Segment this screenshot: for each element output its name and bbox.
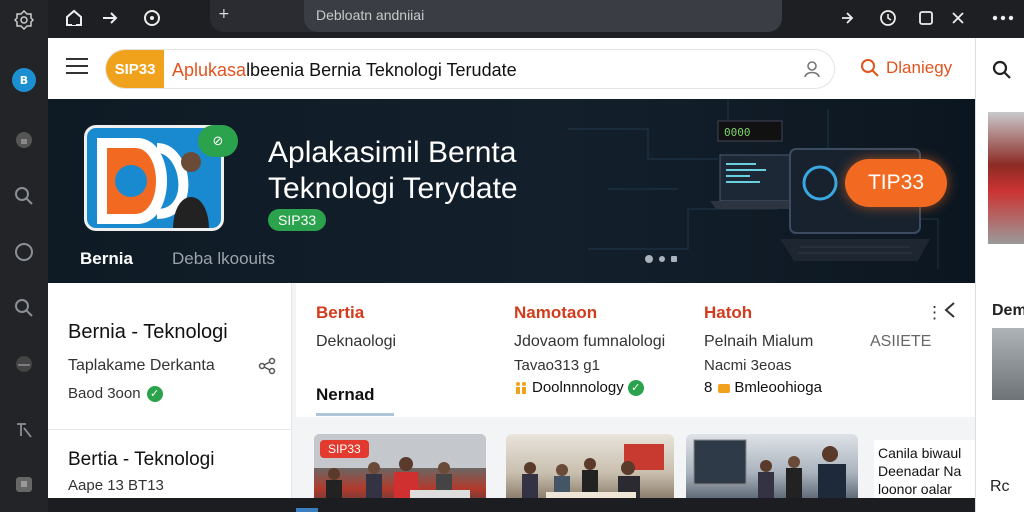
- brand-label: SIP33: [114, 60, 156, 78]
- card-excerpt-line: Deenadar Na: [878, 463, 962, 479]
- hamburger-menu-icon[interactable]: [66, 58, 88, 78]
- back-arrow-icon[interactable]: [942, 301, 958, 319]
- category-subtitle: Deknaologi: [316, 333, 397, 350]
- card-tag: SIP33: [320, 440, 369, 458]
- divider: [48, 429, 292, 430]
- search-query-highlight: Aplukasa: [172, 60, 247, 80]
- side-thumbnail[interactable]: [992, 328, 1024, 400]
- hero-tab-active[interactable]: Bernia: [80, 249, 133, 269]
- hero-cta-button[interactable]: TIP33: [845, 159, 947, 207]
- translate-icon[interactable]: [12, 418, 36, 442]
- bottom-bar: [48, 498, 975, 512]
- people-icon: [514, 381, 528, 395]
- folder-icon[interactable]: [12, 472, 36, 496]
- article-meta: Aape 13 BT13: [68, 477, 164, 494]
- scroll-indicator[interactable]: [296, 508, 318, 512]
- hero-title: Aplakasimil Bernta Teknologi Terydate: [268, 136, 518, 205]
- article-title[interactable]: Bernia - Teknologi: [68, 321, 228, 344]
- active-app-label: B: [19, 73, 29, 87]
- divider: [975, 38, 976, 512]
- address-bar[interactable]: Debloatn andniiai: [304, 0, 782, 32]
- address-text: Debloatn andniiai: [316, 7, 425, 23]
- window-icon[interactable]: [914, 6, 938, 30]
- storage-icon[interactable]: [12, 352, 36, 376]
- carousel-dot[interactable]: [659, 256, 665, 262]
- extra-label: ASIIETE: [870, 333, 932, 350]
- home-icon[interactable]: [62, 6, 86, 30]
- hero-tag-badge[interactable]: SIP33: [268, 209, 327, 231]
- laptop-indicator: 0000: [724, 126, 751, 139]
- search-query: Aplukasalbeenia Bernia Teknologi Terudat…: [172, 60, 517, 81]
- search-button-label: Dlaniegy: [886, 58, 953, 77]
- category-footer-text: Bmleoohioga: [734, 379, 822, 396]
- article-list: Bernia - Teknologi Taplakame Derkanta Ba…: [48, 283, 292, 512]
- active-app-icon[interactable]: B: [12, 68, 36, 92]
- side-panel: [975, 38, 1024, 512]
- new-tab-button[interactable]: +: [218, 6, 230, 22]
- article-title[interactable]: Bertia - Teknologi: [68, 449, 214, 471]
- carousel-dot[interactable]: [671, 256, 677, 262]
- link-icon[interactable]: ⊘: [198, 125, 238, 157]
- find-icon[interactable]: [12, 296, 36, 320]
- search-icon: [861, 59, 879, 77]
- carousel-dot[interactable]: [645, 255, 653, 263]
- verified-check-icon: ✓: [627, 379, 644, 396]
- share-icon[interactable]: [258, 357, 276, 375]
- close-icon[interactable]: [946, 6, 970, 30]
- site-header: SIP33 Aplukasalbeenia Bernia Teknologi T…: [48, 38, 975, 99]
- section-underline: [316, 413, 394, 416]
- share-icon[interactable]: [836, 6, 860, 30]
- article-subtitle: Taplakame Derkanta: [68, 357, 215, 374]
- article-meta: Baod 3oon ✓: [68, 385, 163, 402]
- group-icon: [716, 381, 731, 395]
- category-meta: Tavao313 g1: [514, 357, 600, 374]
- category-subtitle: Jdovaom fumnalologi: [514, 333, 666, 350]
- search-icon[interactable]: [992, 60, 1012, 80]
- category-footer: 8 Bmleoohioga: [704, 379, 822, 396]
- side-heading[interactable]: Dem: [992, 302, 1024, 320]
- forward-arrow-icon[interactable]: [98, 6, 122, 30]
- user-icon[interactable]: [802, 59, 822, 79]
- side-footer: Rc: [990, 478, 1010, 495]
- category-footer-prefix: 8: [704, 379, 713, 396]
- carousel-indicators[interactable]: [645, 255, 677, 263]
- brand-logo[interactable]: SIP33: [106, 50, 164, 88]
- side-thumbnail[interactable]: [988, 112, 1024, 244]
- category-title[interactable]: Bertia: [316, 303, 364, 323]
- reload-icon[interactable]: [140, 6, 164, 30]
- card-excerpt-line: loonor oalar: [878, 481, 952, 497]
- circle-icon[interactable]: [12, 240, 36, 264]
- category-panel: Bertia Deknaologi Namotaon Jdovaom fumna…: [296, 283, 975, 417]
- article-meta-text: Baod 3oon: [68, 385, 141, 402]
- search-button[interactable]: Dlaniegy: [860, 58, 952, 78]
- hero-banner: ⊘ Aplakasimil Bernta Teknologi Terydate …: [48, 99, 975, 283]
- category-title[interactable]: Hatoh: [704, 303, 752, 323]
- category-subtitle: Pelnaih Mialum: [704, 333, 814, 350]
- category-footer: Doolnnnology ✓: [514, 379, 644, 396]
- card-excerpt-line: Canila biwaul: [878, 445, 962, 461]
- web-page: SIP33 Aplukasalbeenia Bernia Teknologi T…: [48, 38, 975, 512]
- browser-toolbar: + Debloatn andniiai: [48, 0, 1024, 38]
- verified-check-icon: ✓: [146, 385, 163, 402]
- search-icon[interactable]: [12, 184, 36, 208]
- more-options-icon[interactable]: ⋮: [926, 303, 943, 323]
- history-icon[interactable]: [876, 6, 900, 30]
- more-menu-icon[interactable]: [988, 6, 1018, 30]
- settings-icon[interactable]: [12, 8, 36, 32]
- lock-icon[interactable]: [12, 128, 36, 152]
- hero-tab-inactive[interactable]: Deba lkoouits: [172, 249, 275, 269]
- section-tab[interactable]: Nernad: [316, 385, 375, 405]
- category-meta: Nacmi 3eoas: [704, 357, 792, 374]
- app-rail: B: [0, 0, 48, 512]
- search-input[interactable]: SIP33 Aplukasalbeenia Bernia Teknologi T…: [106, 50, 834, 88]
- search-query-rest: lbeenia Bernia Teknologi Terudate: [246, 60, 517, 80]
- presenter-figure: [173, 152, 209, 228]
- category-title[interactable]: Namotaon: [514, 303, 597, 323]
- category-footer-text: Doolnnnology: [532, 379, 624, 396]
